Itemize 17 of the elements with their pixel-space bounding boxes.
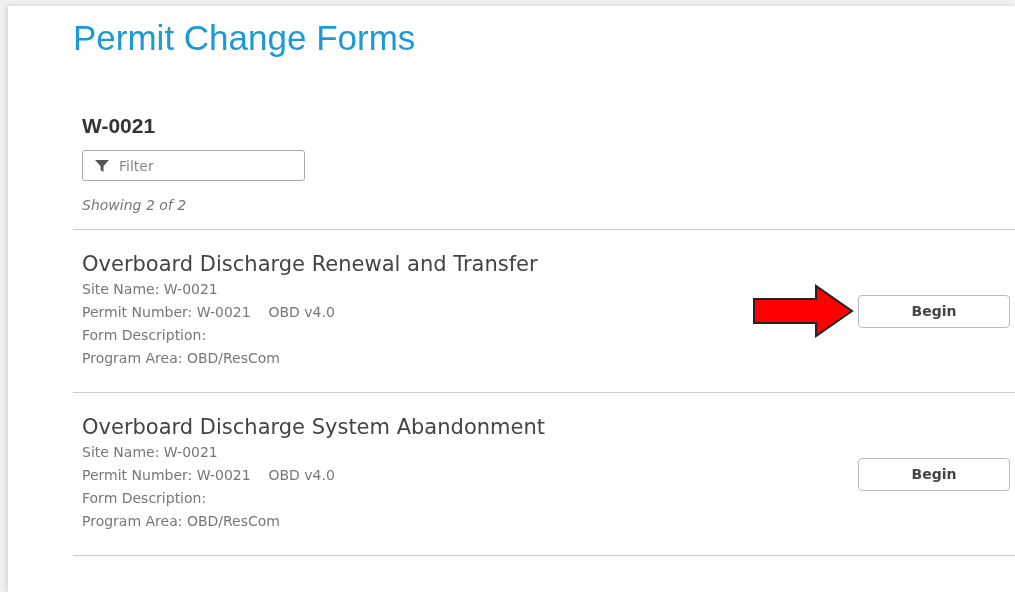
form-detail: Form Description:	[82, 489, 208, 508]
page-title: Permit Change Forms	[73, 17, 417, 58]
form-detail: Site Name: W-0021	[82, 280, 219, 299]
form-detail: Permit Number: W-0021 OBD v4.0	[82, 303, 336, 322]
begin-button[interactable]: Begin	[858, 294, 1010, 328]
form-detail: Program Area: OBD/ResCom	[82, 512, 281, 531]
form-title: Overboard Discharge Renewal and Transfer	[82, 252, 538, 276]
form-detail: Program Area: OBD/ResCom	[82, 349, 281, 368]
filter-icon	[95, 159, 109, 173]
form-detail: Site Name: W-0021	[82, 443, 219, 462]
filter-field[interactable]: Filter	[82, 150, 305, 181]
result-count: Showing 2 of 2	[82, 197, 188, 213]
form-detail: Permit Number: W-0021 OBD v4.0	[82, 466, 336, 485]
form-title: Overboard Discharge System Abandonment	[82, 415, 545, 439]
begin-button[interactable]: Begin	[858, 457, 1010, 491]
site-heading: W-0021	[82, 114, 157, 138]
form-detail: Form Description:	[82, 326, 208, 345]
